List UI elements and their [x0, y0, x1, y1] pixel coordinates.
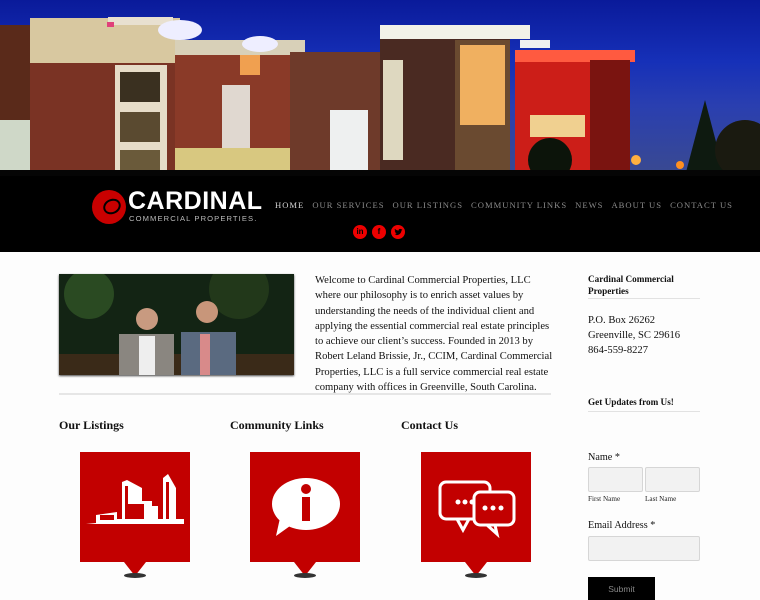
- tile-pointer-shadow: [294, 573, 316, 578]
- content-divider: [59, 393, 551, 395]
- last-name-input[interactable]: [645, 467, 700, 492]
- hero-buildings-image: [0, 17, 760, 176]
- nav-our-listings[interactable]: OUR LISTINGS: [393, 200, 464, 210]
- logo-link[interactable]: CARDINAL COMMERCIAL PROPERTIES.: [92, 188, 262, 228]
- sidebar-company-title: Cardinal Commercial Properties: [588, 274, 674, 296]
- address-line2: Greenville, SC 29616: [588, 330, 681, 341]
- sidebar-updates-title: Get Updates from Us!: [588, 397, 674, 407]
- info-bubble-icon: [272, 478, 340, 536]
- last-name-sublabel: Last Name: [645, 495, 677, 503]
- hero-banner: [0, 0, 760, 176]
- nav-home[interactable]: HOME: [275, 200, 304, 210]
- nav-about-us[interactable]: ABOUT US: [611, 200, 662, 210]
- intro-paragraph: Welcome to Cardinal Commercial Propertie…: [315, 275, 553, 394]
- cardinal-logo-icon: [92, 190, 126, 224]
- tile-pointer-shadow: [124, 573, 146, 578]
- team-photo: [59, 274, 294, 375]
- first-name-input[interactable]: [588, 467, 643, 492]
- section-title-community: Community Links: [230, 418, 324, 432]
- main-nav: HOME OUR SERVICES OUR LISTINGS COMMUNITY…: [275, 200, 733, 210]
- twitter-icon[interactable]: [391, 225, 405, 239]
- submit-button[interactable]: Submit: [588, 577, 655, 600]
- section-title-listings: Our Listings: [59, 418, 124, 432]
- address-line1: P.O. Box 26262: [588, 315, 656, 326]
- sidebar-divider: [588, 298, 700, 299]
- nav-contact-us[interactable]: CONTACT US: [670, 200, 733, 210]
- chat-bubbles-icon: [438, 480, 516, 539]
- sidebar-address: P.O. Box 26262 Greenville, SC 29616 864-…: [588, 313, 680, 358]
- section-title-contact: Contact Us: [401, 418, 458, 432]
- email-label: Email Address *: [588, 520, 656, 531]
- listings-tile-button[interactable]: [80, 452, 190, 562]
- facebook-icon[interactable]: f: [372, 225, 386, 239]
- contact-tile-button[interactable]: [421, 452, 531, 562]
- nav-news[interactable]: NEWS: [575, 200, 603, 210]
- nav-community-links[interactable]: COMMUNITY LINKS: [471, 200, 567, 210]
- phone-number: 864-559-8227: [588, 345, 649, 356]
- first-name-sublabel: First Name: [588, 495, 621, 503]
- name-label: Name *: [588, 452, 620, 463]
- nav-our-services[interactable]: OUR SERVICES: [312, 200, 384, 210]
- sidebar-divider: [588, 411, 700, 412]
- logo-tagline: COMMERCIAL PROPERTIES.: [129, 214, 258, 223]
- building-icon: [86, 474, 184, 524]
- social-links: in f: [353, 225, 405, 239]
- tile-pointer-shadow: [465, 573, 487, 578]
- community-tile-button[interactable]: [250, 452, 360, 562]
- email-input[interactable]: [588, 536, 700, 561]
- linkedin-icon[interactable]: in: [353, 225, 367, 239]
- logo-title: CARDINAL: [128, 187, 263, 215]
